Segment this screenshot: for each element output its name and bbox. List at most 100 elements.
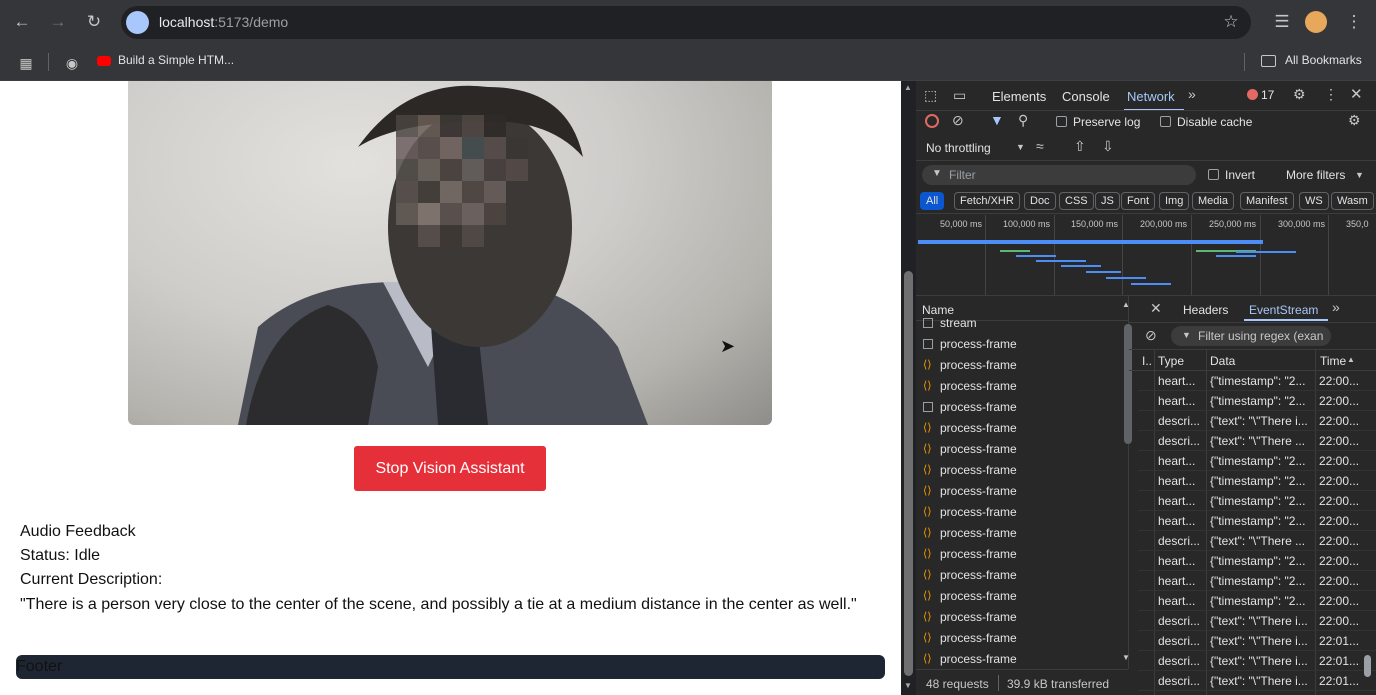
type-filter-doc[interactable]: Doc	[1024, 192, 1056, 210]
table-row[interactable]: descri... {"text": "\"There i... 22:01...	[1138, 671, 1376, 691]
invert-checkbox[interactable]	[1208, 169, 1219, 180]
sort-up-icon[interactable]: ▲	[1347, 355, 1355, 364]
throttling-chevron-down-icon[interactable]: ▼	[1016, 142, 1025, 152]
regex-filter-input[interactable]: ▼ Filter using regex (exan	[1171, 326, 1331, 346]
type-filter-fetch-xhr[interactable]: Fetch/XHR	[954, 192, 1020, 210]
table-row[interactable]: heart... {"timestamp": "2... 22:00...	[1138, 391, 1376, 411]
table-row[interactable]: heart... {"timestamp": "2... 22:00...	[1138, 371, 1376, 391]
url-text[interactable]: localhost:5173/demo	[159, 14, 288, 30]
type-filter-manifest[interactable]: Manifest	[1240, 192, 1294, 210]
address-bar[interactable]: localhost:5173/demo ☆	[121, 6, 1251, 39]
scroll-up-icon[interactable]: ▲	[904, 83, 912, 92]
devtools-menu-icon[interactable]: ⋮	[1324, 86, 1338, 103]
inspect-element-icon[interactable]: ⬚	[924, 87, 937, 104]
close-devtools-icon[interactable]: ✕	[1350, 85, 1363, 103]
list-item[interactable]: ⟨⟩ process-frame	[916, 481, 1121, 502]
page-scrollbar[interactable]: ▲ ▼	[901, 81, 916, 695]
scroll-down-icon[interactable]: ▼	[904, 681, 912, 690]
list-item[interactable]: ⟨⟩ process-frame	[916, 355, 1121, 376]
table-row[interactable]: descri... {"text": "\"There i... 22:01...	[1138, 651, 1376, 671]
tab-headers[interactable]: Headers	[1183, 303, 1228, 317]
list-item[interactable]: ⟨⟩ process-frame	[916, 376, 1121, 397]
more-filters-button[interactable]: More filters	[1286, 168, 1345, 182]
list-item[interactable]: process-frame	[916, 334, 1121, 355]
type-filter-all[interactable]: All	[920, 192, 945, 210]
filter-icon[interactable]: ▼	[990, 112, 1004, 128]
scroll-down-icon[interactable]: ▼	[1122, 653, 1130, 662]
list-item[interactable]: ⟨⟩ process-frame	[916, 649, 1121, 670]
apps-grid-icon[interactable]: ▦	[14, 51, 38, 75]
list-item[interactable]: ⟨⟩ process-frame	[916, 502, 1121, 523]
tab-console[interactable]: Console	[1062, 89, 1110, 104]
search-icon[interactable]: ⚲	[1018, 112, 1028, 129]
wifi-icon[interactable]: ≈	[1036, 138, 1044, 154]
list-item[interactable]: ⟨⟩ process-frame	[916, 439, 1121, 460]
import-har-icon[interactable]: ⇧	[1074, 138, 1086, 155]
event-col-data[interactable]: Data	[1210, 354, 1235, 368]
tab-elements[interactable]: Elements	[992, 89, 1046, 104]
table-row[interactable]: descri... {"text": "\"There i... 22:01...	[1138, 631, 1376, 651]
error-count[interactable]: 17	[1261, 88, 1274, 102]
clear-icon[interactable]: ⊘	[952, 112, 964, 129]
table-row[interactable]: heart... {"timestamp": "2... 22:00...	[1138, 511, 1376, 531]
site-info-icon[interactable]	[126, 11, 149, 34]
record-stop-icon[interactable]	[925, 114, 939, 128]
table-row[interactable]: descri... {"text": "\"There i... 22:00...	[1138, 411, 1376, 431]
bookmark-star-icon[interactable]: ☆	[1219, 10, 1243, 34]
list-item[interactable]: ⟨⟩ process-frame	[916, 418, 1121, 439]
table-row[interactable]: heart... {"timestamp": "2... 22:00...	[1138, 491, 1376, 511]
table-row[interactable]: heart... {"timestamp": "2... 22:00...	[1138, 451, 1376, 471]
table-row[interactable]: descri... {"text": "\"There ... 22:00...	[1138, 531, 1376, 551]
tab-network[interactable]: Network	[1127, 89, 1175, 104]
list-item[interactable]: ⟨⟩ process-frame	[916, 460, 1121, 481]
more-tabs-icon[interactable]: »	[1188, 86, 1196, 102]
network-settings-icon[interactable]: ⚙	[1348, 112, 1361, 129]
table-row[interactable]: heart... {"timestamp": "2... 22:00...	[1138, 551, 1376, 571]
list-item[interactable]: ⟨⟩ process-frame	[916, 628, 1121, 649]
event-col-id[interactable]: I..	[1142, 354, 1152, 368]
table-row[interactable]: descri... {"text": "\"There ... 22:00...	[1138, 431, 1376, 451]
events-scrollbar-thumb[interactable]	[1364, 655, 1371, 677]
type-filter-wasm[interactable]: Wasm	[1331, 192, 1374, 210]
export-har-icon[interactable]: ⇩	[1102, 138, 1114, 155]
type-filter-css[interactable]: CSS	[1059, 192, 1094, 210]
list-item[interactable]: ⟨⟩ process-frame	[916, 565, 1121, 586]
globe-icon[interactable]: ◉	[60, 51, 84, 75]
page-scrollbar-thumb[interactable]	[904, 271, 913, 676]
reload-icon[interactable]: ↻	[82, 10, 106, 34]
more-detail-tabs-icon[interactable]: »	[1332, 299, 1340, 315]
list-item[interactable]: ⟨⟩ process-frame	[916, 607, 1121, 628]
type-filter-ws[interactable]: WS	[1299, 192, 1329, 210]
list-item[interactable]: stream	[916, 313, 1121, 334]
type-filter-media[interactable]: Media	[1192, 192, 1234, 210]
table-row[interactable]: heart... {"timestamp": "2... 22:00...	[1138, 471, 1376, 491]
event-col-time[interactable]: Time	[1320, 354, 1346, 368]
event-col-type[interactable]: Type	[1158, 354, 1184, 368]
preserve-log-checkbox[interactable]	[1056, 116, 1067, 127]
list-item[interactable]: ⟨⟩ process-frame	[916, 586, 1121, 607]
bookmark-item[interactable]: Build a Simple HTM...	[118, 53, 234, 67]
more-filters-chevron-icon[interactable]: ▼	[1355, 170, 1364, 180]
type-filter-js[interactable]: JS	[1095, 192, 1120, 210]
list-item[interactable]: ⟨⟩ process-frame	[916, 523, 1121, 544]
disable-cache-checkbox[interactable]	[1160, 116, 1171, 127]
chrome-menu-icon[interactable]: ⋮	[1342, 10, 1366, 34]
request-list-scrollbar[interactable]	[1124, 324, 1132, 444]
type-filter-font[interactable]: Font	[1121, 192, 1156, 210]
settings-gear-icon[interactable]: ⚙	[1293, 86, 1306, 103]
filter-input[interactable]: ▼ Filter	[922, 165, 1196, 185]
clear-events-icon[interactable]: ⊘	[1145, 327, 1157, 344]
table-row[interactable]: heart... {"timestamp": "2... 22:00...	[1138, 571, 1376, 591]
list-item[interactable]: ⟨⟩ process-frame	[916, 544, 1121, 565]
device-toolbar-icon[interactable]: ▭	[953, 87, 966, 104]
close-detail-icon[interactable]: ✕	[1150, 300, 1162, 317]
table-row[interactable]: heart... {"timestamp": "2... 22:00...	[1138, 591, 1376, 611]
type-filter-img[interactable]: Img	[1159, 192, 1190, 210]
forward-icon[interactable]: →	[46, 10, 70, 34]
throttling-select[interactable]: No throttling	[926, 141, 991, 155]
list-item[interactable]: process-frame	[916, 397, 1121, 418]
media-controls-icon[interactable]: ☰	[1270, 10, 1294, 34]
all-bookmarks-link[interactable]: All Bookmarks	[1285, 53, 1362, 67]
profile-avatar-icon[interactable]	[1305, 11, 1327, 33]
back-icon[interactable]: ←	[10, 10, 34, 34]
